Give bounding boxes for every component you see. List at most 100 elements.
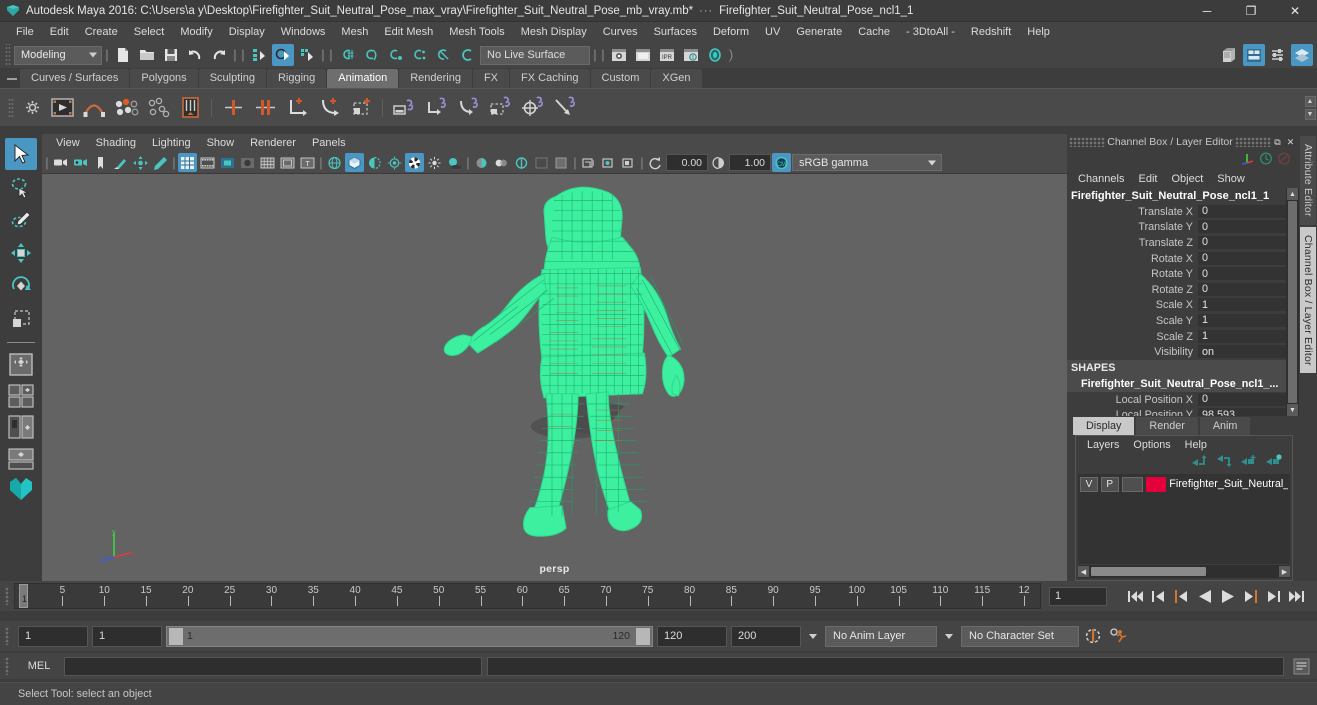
scroll-left-icon[interactable]: ◀ [1078, 566, 1089, 577]
shelf-scroll-arrows[interactable]: ▲ ▼ [1303, 91, 1317, 125]
menu-item-display[interactable]: Display [221, 23, 273, 41]
menu-set-selector[interactable]: Modeling [14, 45, 102, 65]
shelf-tab-fx-caching[interactable]: FX Caching [510, 69, 590, 88]
shelf-tab-sculpting[interactable]: Sculpting [198, 69, 266, 88]
breakdown-key-icon[interactable] [142, 92, 174, 124]
new-scene-icon[interactable] [112, 44, 134, 66]
depth-of-field-icon[interactable] [532, 153, 551, 172]
set-key-translate-icon[interactable] [217, 92, 249, 124]
ghost-icon[interactable] [174, 92, 206, 124]
channel-value[interactable]: 0 [1198, 220, 1286, 235]
two-dimensional-pan-zoom-icon[interactable] [131, 153, 150, 172]
menu-item-create[interactable]: Create [77, 23, 126, 41]
shelf-tab-curves-surfaces[interactable]: Curves / Surfaces [20, 69, 130, 88]
command-input[interactable] [64, 656, 482, 676]
menu-item-3dtoall[interactable]: - 3DtoAll - [898, 23, 963, 41]
manipulator-icon[interactable] [1240, 152, 1255, 168]
character-set-selector[interactable]: No Character Set [961, 625, 1079, 647]
menu-item-show[interactable]: Show [1210, 171, 1252, 187]
constrain-pole-vector-icon[interactable] [548, 92, 580, 124]
grease-pencil-icon[interactable] [151, 153, 170, 172]
display-layer-row[interactable]: V P Firefighter_Suit_Neutral_ [1078, 475, 1290, 493]
shelf-tab-fx[interactable]: FX [472, 69, 510, 88]
layer-list-horizontal-scrollbar[interactable]: ◀ ▶ [1078, 565, 1290, 578]
wireframe-icon[interactable] [325, 153, 344, 172]
playback-start-time-field[interactable]: 1 [92, 625, 162, 647]
channel-value[interactable]: 0 [1198, 267, 1286, 282]
channel-row[interactable]: Local Position X 0 [1067, 392, 1286, 408]
exposure-reset-icon[interactable] [646, 153, 665, 172]
range-start-handle[interactable] [169, 627, 183, 645]
scale-tool[interactable] [5, 303, 37, 335]
snap-to-point-icon[interactable] [384, 44, 406, 66]
channel-row[interactable]: Translate Y 0 [1067, 220, 1286, 236]
close-panel-icon[interactable]: ✕ [1284, 136, 1297, 149]
shape-node-name[interactable]: Firefighter_Suit_Neutral_Pose_ncl1_... [1067, 375, 1286, 392]
safe-title-icon[interactable]: T [298, 153, 317, 172]
snap-to-grid-icon[interactable] [336, 44, 358, 66]
xray-active-components-icon[interactable] [619, 153, 638, 172]
channel-row[interactable]: Translate Z 0 [1067, 235, 1286, 251]
select-by-hierarchy-icon[interactable] [248, 44, 270, 66]
undo-icon[interactable] [184, 44, 206, 66]
command-language-label[interactable]: MEL [19, 660, 59, 672]
step-forward-frame-icon[interactable] [1240, 585, 1261, 607]
playblast-icon[interactable] [46, 92, 78, 124]
bookmarks-icon[interactable] [91, 153, 110, 172]
channel-value[interactable]: 1 [1198, 329, 1286, 344]
hscrollbar-thumb[interactable] [1091, 567, 1206, 576]
camera-attributes-icon[interactable] [71, 153, 90, 172]
screen-space-ao-icon[interactable] [472, 153, 491, 172]
lighting-default-icon[interactable] [385, 153, 404, 172]
constrain-point-icon[interactable] [420, 92, 452, 124]
xray-joints-icon[interactable] [599, 153, 618, 172]
menu-item-mesh[interactable]: Mesh [333, 23, 376, 41]
channel-box-scrollbar[interactable]: ▲ ▼ [1286, 188, 1299, 416]
move-layer-down-icon[interactable] [1215, 454, 1232, 471]
render-sequence-icon[interactable] [632, 44, 654, 66]
four-view-layout[interactable] [5, 381, 37, 411]
snap-to-projected-center-icon[interactable] [408, 44, 430, 66]
menu-item-help[interactable]: Help [1019, 23, 1058, 41]
isolate-select-icon[interactable] [552, 153, 571, 172]
scroll-down-icon[interactable]: ▼ [1287, 404, 1298, 416]
shelf-tab-custom[interactable]: Custom [590, 69, 651, 88]
close-button[interactable]: ✕ [1273, 0, 1317, 22]
new-layer-icon[interactable] [1240, 454, 1257, 471]
play-backwards-icon[interactable] [1194, 585, 1215, 607]
select-by-component-type-icon[interactable] [296, 44, 318, 66]
channel-value[interactable]: 98.593 [1198, 408, 1286, 416]
range-end-handle[interactable] [636, 627, 650, 645]
shelf-gripper[interactable] [4, 93, 18, 123]
perspective-viewport[interactable]: y x z persp [42, 174, 1067, 581]
menu-item-options[interactable]: Options [1126, 437, 1177, 453]
constrain-parent-icon[interactable] [388, 92, 420, 124]
animation-preferences-icon[interactable] [1108, 625, 1129, 647]
multisample-icon[interactable] [512, 153, 531, 172]
menu-item-show[interactable]: Show [199, 135, 243, 151]
time-slider-playhead[interactable]: 1 [19, 584, 28, 608]
side-tab-channel-box-layer-editor[interactable]: Channel Box / Layer Editor [1300, 226, 1316, 374]
shelf-tab-rendering[interactable]: Rendering [399, 69, 472, 88]
layer-editor-tab-display[interactable]: Display [1073, 417, 1135, 435]
channel-row[interactable]: Visibility on [1067, 344, 1286, 360]
shelf-options-gear-icon[interactable] [18, 91, 46, 125]
render-settings-icon[interactable]: 6 [680, 44, 702, 66]
paint-select-tool[interactable] [5, 204, 37, 236]
animation-end-time-field[interactable]: 200 [731, 625, 801, 647]
menu-item-uv[interactable]: UV [757, 23, 788, 41]
save-scene-icon[interactable] [160, 44, 182, 66]
attribute-editor-icon[interactable] [1243, 44, 1265, 66]
set-key-selected-icon[interactable] [345, 92, 377, 124]
statusline-gripper[interactable] [4, 44, 12, 66]
constrain-scale-icon[interactable] [484, 92, 516, 124]
move-layer-up-icon[interactable] [1190, 454, 1207, 471]
menu-item-mesh-tools[interactable]: Mesh Tools [441, 23, 512, 41]
menu-item-edit[interactable]: Edit [42, 23, 77, 41]
resolution-gate-icon[interactable] [218, 153, 237, 172]
outliner-persp-layout[interactable] [5, 412, 37, 442]
channel-value[interactable]: 1 [1198, 313, 1286, 328]
select-tool[interactable] [5, 138, 37, 170]
exposure-value[interactable]: 0.00 [666, 154, 708, 171]
channel-row[interactable]: Local Position Y 98.593 [1067, 408, 1286, 416]
